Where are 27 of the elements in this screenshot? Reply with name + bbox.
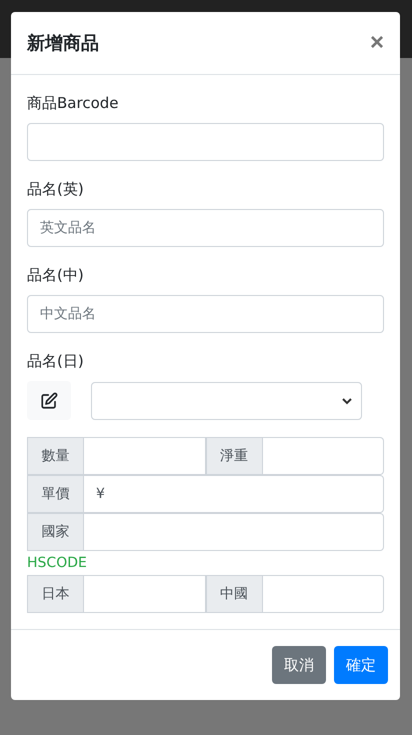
input-field[interactable] <box>84 575 206 613</box>
input-field[interactable]: ¥ <box>84 475 384 513</box>
cancel-button[interactable]: 取消 <box>272 646 326 684</box>
input-field[interactable] <box>262 575 384 613</box>
input-field[interactable] <box>84 513 384 551</box>
select-field[interactable] <box>91 382 362 420</box>
input-field[interactable]: 中文品名 <box>27 295 384 333</box>
input-field[interactable] <box>262 437 384 475</box>
section-heading: HSCODE <box>27 554 88 573</box>
input-addon: 日本 <box>27 575 84 613</box>
input-addon: 淨重 <box>206 437 262 475</box>
modal-title: 新增商品 <box>27 32 99 55</box>
input-addon: 國家 <box>27 513 84 551</box>
input-field[interactable]: 英文品名 <box>27 209 384 247</box>
field-label: 商品Barcode <box>27 93 120 114</box>
close-button[interactable]: × <box>370 31 384 55</box>
input-addon: 中國 <box>206 575 262 613</box>
input-addon: 單價 <box>27 475 84 513</box>
field-label: 品名(中) <box>27 265 85 286</box>
input-addon: 數量 <box>27 437 84 475</box>
field-label: 品名(英) <box>27 179 85 200</box>
field-label: 品名(日) <box>27 351 85 372</box>
confirm-button[interactable]: 確定 <box>334 646 388 684</box>
edit-button[interactable] <box>27 381 71 420</box>
edit-icon <box>40 392 58 410</box>
input-field[interactable] <box>84 437 206 475</box>
input-field[interactable] <box>27 123 384 161</box>
